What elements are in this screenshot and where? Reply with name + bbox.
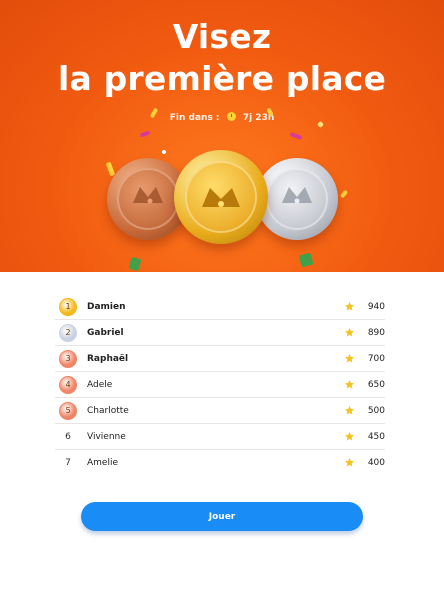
player-name: Raphaël bbox=[87, 353, 129, 364]
leaderboard-row: 4 Adele 650 bbox=[55, 372, 385, 398]
player-name: Vivienne bbox=[87, 431, 126, 442]
player-score: 700 bbox=[367, 353, 385, 364]
rank-number: 6 bbox=[65, 431, 71, 442]
leaderboard-row: 6 Vivienne 450 bbox=[55, 424, 385, 450]
rank-badge-silver: 2 bbox=[59, 323, 77, 342]
leaderboard-list: 1 Damien 940 2 Gabriel 890 3 Raphaël 700 4 Adele 65… bbox=[55, 294, 385, 475]
player-name: Amelie bbox=[87, 457, 118, 468]
player-name: Charlotte bbox=[87, 405, 129, 416]
crown-icons bbox=[133, 187, 312, 207]
player-name: Adele bbox=[87, 379, 113, 390]
rank-badge-bronze: 3 bbox=[59, 349, 77, 368]
player-score: 400 bbox=[367, 457, 385, 468]
star-icon bbox=[344, 327, 355, 337]
player-score: 940 bbox=[367, 301, 385, 312]
crown-icon bbox=[202, 188, 240, 207]
crown-icon bbox=[133, 187, 163, 204]
crown-icon bbox=[282, 187, 312, 204]
play-button[interactable]: Jouer bbox=[81, 502, 363, 531]
leaderboard-row: 1 Damien 940 bbox=[55, 294, 385, 320]
star-icon bbox=[344, 405, 355, 415]
rank-badge-bronze: 5 bbox=[59, 401, 77, 420]
player-score: 500 bbox=[367, 405, 385, 416]
star-icon bbox=[344, 301, 355, 311]
player-score: 450 bbox=[367, 431, 385, 442]
leaderboard-row: 3 Raphaël 700 bbox=[55, 346, 385, 372]
leaderboard-row: 2 Gabriel 890 bbox=[55, 320, 385, 346]
star-icon bbox=[344, 353, 355, 363]
player-name: Gabriel bbox=[87, 327, 124, 338]
leaderboard-row: 7 Amelie 400 bbox=[55, 450, 385, 475]
rank-badge-bronze: 4 bbox=[59, 375, 77, 394]
player-name: Damien bbox=[87, 301, 126, 312]
rank-number: 7 bbox=[65, 457, 71, 468]
star-icon bbox=[344, 457, 355, 467]
player-score: 890 bbox=[367, 327, 385, 338]
leaderboard-row: 5 Charlotte 500 bbox=[55, 398, 385, 424]
star-icon bbox=[344, 431, 355, 441]
player-score: 650 bbox=[367, 379, 385, 390]
star-icon bbox=[344, 379, 355, 389]
rank-badge-gold: 1 bbox=[59, 297, 77, 316]
hero-banner: Visez la première place Fin dans : 7j 23… bbox=[0, 0, 444, 272]
